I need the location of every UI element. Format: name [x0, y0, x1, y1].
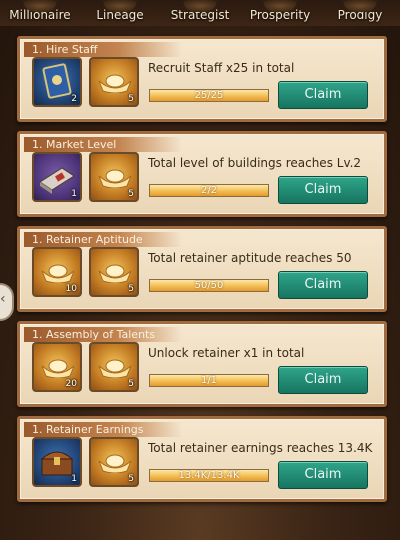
progress-text: 1/1 — [200, 375, 218, 386]
tab-label: Prodigy — [337, 8, 383, 22]
tab-label: Lineage — [96, 8, 144, 22]
tab-label: Prosperity — [249, 8, 311, 22]
top-tab-bar: Millionaire Lineage Strategist Prosperit… — [0, 0, 400, 26]
reward-count: 1 — [71, 189, 77, 199]
progress-text: 50/50 — [194, 280, 224, 291]
claim-button[interactable]: Claim — [278, 81, 368, 109]
reward-slot[interactable]: 5 — [89, 342, 139, 392]
progress-text: 2/2 — [200, 185, 218, 196]
claim-button[interactable]: Claim — [278, 271, 368, 299]
tab-strategist[interactable]: Strategist — [160, 8, 240, 26]
reward-slot[interactable]: 5 — [89, 57, 139, 107]
quest-description: Recruit Staff x25 in total — [148, 61, 295, 75]
progress-text: 13.4K/13.4K — [178, 470, 240, 481]
gold-ingot-icon — [98, 454, 132, 473]
progress-bar: 2/2 — [149, 184, 269, 197]
gold-ingot-icon — [98, 359, 132, 378]
quest-card-retainer-earnings: 1. Retainer Earnings 1 5 Total retainer … — [17, 416, 387, 502]
gold-ingot-icon — [41, 359, 75, 378]
chevron-left-icon: ‹ — [0, 291, 6, 307]
tab-prosperity[interactable]: Prosperity — [240, 8, 320, 26]
quest-description: Unlock retainer x1 in total — [148, 346, 305, 360]
quest-card-retainer-aptitude: 1. Retainer Aptitude 10 5 Total retainer… — [17, 226, 387, 312]
quest-tag: 1. Market Level — [24, 137, 182, 152]
reward-count: 5 — [128, 189, 134, 199]
tab-lineage[interactable]: Lineage — [80, 8, 160, 26]
progress-text: 25/25 — [194, 90, 224, 101]
reward-slot[interactable]: 5 — [89, 152, 139, 202]
gold-ingot-icon — [98, 74, 132, 93]
quest-tag: 1. Assembly of Talents — [24, 327, 182, 342]
claim-button[interactable]: Claim — [278, 461, 368, 489]
reward-count: 5 — [128, 284, 134, 294]
reward-count: 5 — [128, 379, 134, 389]
reward-slot[interactable]: 1 — [32, 152, 82, 202]
quest-card-hire-staff: 1. Hire Staff 2 5 Recruit Staff x25 in t… — [17, 36, 387, 122]
gold-ingot-icon — [41, 264, 75, 283]
reward-count: 5 — [128, 474, 134, 484]
reward-count: 20 — [65, 379, 77, 389]
tab-prodigy[interactable]: Prodigy — [320, 8, 400, 26]
gold-ingot-icon — [98, 264, 132, 283]
quest-card-market-level: 1. Market Level 1 5 Total level of build… — [17, 131, 387, 217]
tab-millionaire[interactable]: Millionaire — [0, 8, 80, 26]
claim-button[interactable]: Claim — [278, 366, 368, 394]
progress-bar: 13.4K/13.4K — [149, 469, 269, 482]
quest-tag: 1. Hire Staff — [24, 42, 182, 57]
reward-slot[interactable]: 2 — [32, 57, 82, 107]
reward-slot[interactable]: 5 — [89, 437, 139, 487]
reward-count: 10 — [65, 284, 77, 294]
quest-card-assembly-of-talents: 1. Assembly of Talents 20 5 Unlock retai… — [17, 321, 387, 407]
tab-label: Strategist — [170, 8, 230, 22]
quest-description: Total retainer aptitude reaches 50 — [148, 251, 352, 265]
quest-tag: 1. Retainer Aptitude — [24, 232, 182, 247]
reward-slot[interactable]: 20 — [32, 342, 82, 392]
gold-ingot-icon — [98, 169, 132, 188]
quest-description: Total level of buildings reaches Lv.2 — [148, 156, 362, 170]
quest-description: Total retainer earnings reaches 13.4K — [148, 441, 373, 455]
reward-count: 1 — [71, 474, 77, 484]
reward-count: 2 — [71, 94, 77, 104]
quest-tag: 1. Retainer Earnings — [24, 422, 182, 437]
reward-count: 5 — [128, 94, 134, 104]
claim-button[interactable]: Claim — [278, 176, 368, 204]
reward-slot[interactable]: 10 — [32, 247, 82, 297]
progress-bar: 25/25 — [149, 89, 269, 102]
reward-slot[interactable]: 1 — [32, 437, 82, 487]
reward-slot[interactable]: 5 — [89, 247, 139, 297]
tab-label: Millionaire — [9, 8, 71, 22]
progress-bar: 50/50 — [149, 279, 269, 292]
progress-bar: 1/1 — [149, 374, 269, 387]
